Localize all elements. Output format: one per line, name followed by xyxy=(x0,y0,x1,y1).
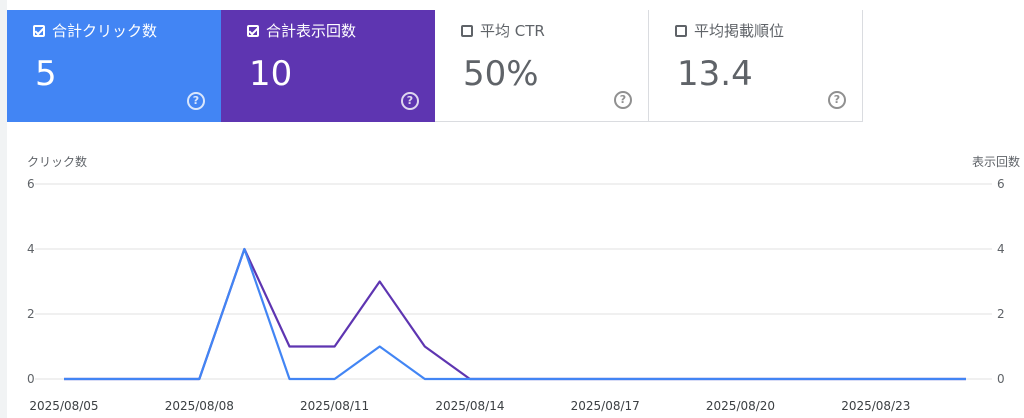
x-tick-label: 2025/08/05 xyxy=(29,399,98,413)
x-tick-label: 2025/08/08 xyxy=(165,399,234,413)
x-tick-label: 2025/08/23 xyxy=(841,399,910,413)
x-tick-label: 2025/08/17 xyxy=(571,399,640,413)
y-axis-left-label: クリック数 xyxy=(27,154,87,169)
performance-chart: クリック数 表示回数 0246 0246 2025/08/05 2025/08/0… xyxy=(27,154,1020,413)
x-tick-label: 2025/08/14 xyxy=(435,399,504,413)
y-ticks-left: 0 2 4 6 xyxy=(27,177,35,386)
y-tick-left: 2 xyxy=(27,307,35,321)
y-axis-right-label: 表示回数 xyxy=(972,154,1020,169)
y-tick-left: 4 xyxy=(27,242,35,256)
y-tick-right: 2 xyxy=(997,307,1005,321)
y-tick-left: 6 xyxy=(27,177,35,191)
x-tick-label: 2025/08/11 xyxy=(300,399,369,413)
y-tick-left: 0 xyxy=(27,372,35,386)
x-tick-label: 2025/08/20 xyxy=(706,399,775,413)
y-tick-right: 0 xyxy=(997,372,1005,386)
grid xyxy=(35,183,992,380)
x-ticks: 2025/08/05 2025/08/08 2025/08/11 2025/08/14… xyxy=(29,399,910,413)
y-ticks-right: 0 2 4 6 xyxy=(997,177,1005,386)
y-tick-right: 6 xyxy=(997,177,1005,191)
y-tick-right: 4 xyxy=(997,242,1005,256)
performance-panel: 合計クリック数 5 ? 合計表示回数 10 ? 平均 CTR 50% ? 平均掲… xyxy=(7,0,1024,418)
